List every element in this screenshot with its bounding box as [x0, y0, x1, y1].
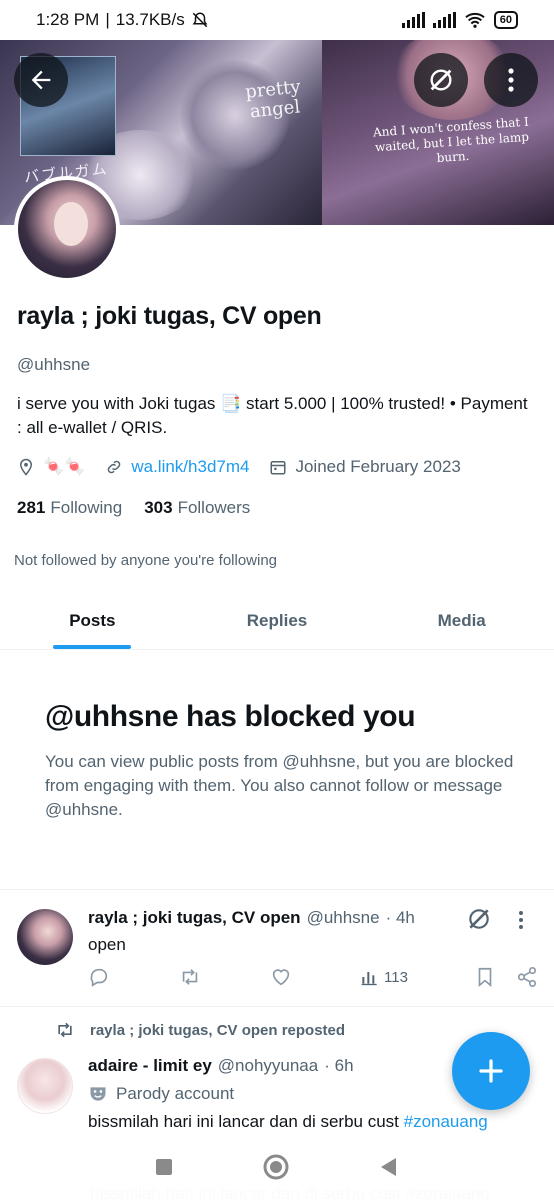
share-icon[interactable] — [516, 966, 538, 988]
repost-label[interactable]: rayla ; joki tugas, CV open reposted — [90, 1022, 345, 1039]
post-time: · 6h — [324, 1056, 354, 1075]
status-bar: 1:28 PM | 13.7KB/s 60 — [0, 0, 554, 40]
post-author-name[interactable]: adaire - limit ey — [88, 1056, 212, 1076]
post-text: bissmilah hari ini lancar dan di serbu c… — [88, 1112, 488, 1131]
views-button[interactable]: 113 — [360, 967, 408, 987]
post-header: adaire - limit ey @nohyyunaa · 6h — [88, 1056, 354, 1076]
post-more-button[interactable] — [518, 910, 524, 935]
views-count: 113 — [384, 968, 408, 986]
like-button[interactable] — [270, 966, 292, 988]
profile-link[interactable]: wa.link/h3d7m4 — [131, 457, 249, 477]
retweet-button[interactable] — [178, 966, 202, 988]
follow-stats: 281 Following 303 Followers — [17, 498, 250, 518]
profile-handle: @uhhsne — [17, 355, 91, 374]
more-icon — [519, 911, 523, 929]
like-icon — [272, 969, 290, 986]
post-time: · 4h — [385, 908, 415, 927]
grok-icon — [469, 909, 489, 929]
post-author-handle: @uhhsne — [306, 908, 380, 927]
parody-label: Parody account — [88, 1084, 234, 1104]
following-link[interactable]: 281 Following — [17, 498, 122, 518]
profile-tabs: Posts Replies Media — [0, 592, 554, 650]
profile-name: rayla ; joki tugas, CV open — [17, 302, 322, 330]
back-nav-icon[interactable] — [378, 1156, 400, 1178]
network-speed: 13.7KB/s — [115, 10, 185, 29]
tab-replies[interactable]: Replies — [185, 592, 370, 649]
post-actions: 113 — [88, 966, 538, 988]
post-avatar[interactable] — [17, 1058, 73, 1114]
divider — [0, 889, 554, 890]
more-icon — [508, 68, 514, 92]
grok-button[interactable] — [414, 53, 468, 107]
reply-icon — [90, 968, 108, 987]
bookmark-icon[interactable] — [476, 966, 494, 988]
recents-icon[interactable] — [154, 1157, 174, 1177]
reply-button[interactable] — [88, 966, 110, 988]
not-followed-note: Not followed by anyone you're following — [14, 552, 278, 569]
battery-icon: 60 — [493, 11, 518, 29]
home-icon[interactable] — [262, 1153, 290, 1181]
post-author-name[interactable]: rayla ; joki tugas, CV open — [88, 908, 301, 928]
views-icon — [361, 972, 377, 986]
profile-joined: Joined February 2023 — [295, 457, 461, 476]
compose-post-button[interactable] — [452, 1032, 530, 1110]
plus-icon — [479, 1059, 503, 1083]
location-icon — [19, 458, 33, 476]
blocked-title: @uhhsne has blocked you — [45, 700, 416, 733]
repost-indicator: rayla ; joki tugas, CV open reposted — [54, 1020, 345, 1040]
link-icon — [108, 460, 121, 474]
profile-avatar[interactable] — [14, 176, 120, 282]
profile-bio: i serve you with Joki tugas 📑 start 5.00… — [17, 394, 528, 437]
followers-link[interactable]: 303 Followers — [144, 498, 250, 518]
back-arrow-icon — [31, 70, 51, 90]
profile-location: 🍬🍬 — [43, 457, 86, 476]
signal-icon — [401, 12, 425, 28]
back-button[interactable] — [14, 53, 68, 107]
post-author-handle: @nohyyunaa — [217, 1056, 319, 1075]
blocked-description: You can view public posts from @uhhsne, … — [45, 752, 514, 819]
hashtag-link[interactable]: #zonauang — [404, 1112, 488, 1131]
parody-mask-icon — [90, 1087, 106, 1101]
wifi-icon — [465, 12, 485, 28]
banner-pretty-text: pretty angel — [244, 76, 302, 123]
calendar-icon — [270, 461, 286, 475]
post-grok-button[interactable] — [466, 906, 492, 937]
retweet-icon — [182, 969, 198, 985]
banner-quote: And I won't confess that I waited, but I… — [372, 114, 530, 166]
grok-icon — [430, 69, 452, 91]
post-text: open — [88, 935, 126, 954]
tab-posts[interactable]: Posts — [0, 592, 185, 649]
system-nav-bar — [0, 1134, 554, 1200]
profile-meta: 🍬🍬 wa.link/h3d7m4 Joined February 2023 — [17, 457, 473, 477]
post-avatar[interactable] — [17, 909, 73, 965]
tab-media[interactable]: Media — [369, 592, 554, 649]
status-time: 1:28 PM — [36, 10, 100, 29]
divider — [0, 1006, 554, 1007]
more-options-button[interactable] — [484, 53, 538, 107]
muted-bell-icon — [192, 12, 208, 28]
retweet-icon — [58, 1022, 72, 1038]
post-header: rayla ; joki tugas, CV open @uhhsne · 4h — [88, 908, 415, 928]
bookmark-share-group — [476, 966, 538, 988]
signal-icon-2 — [432, 12, 456, 28]
